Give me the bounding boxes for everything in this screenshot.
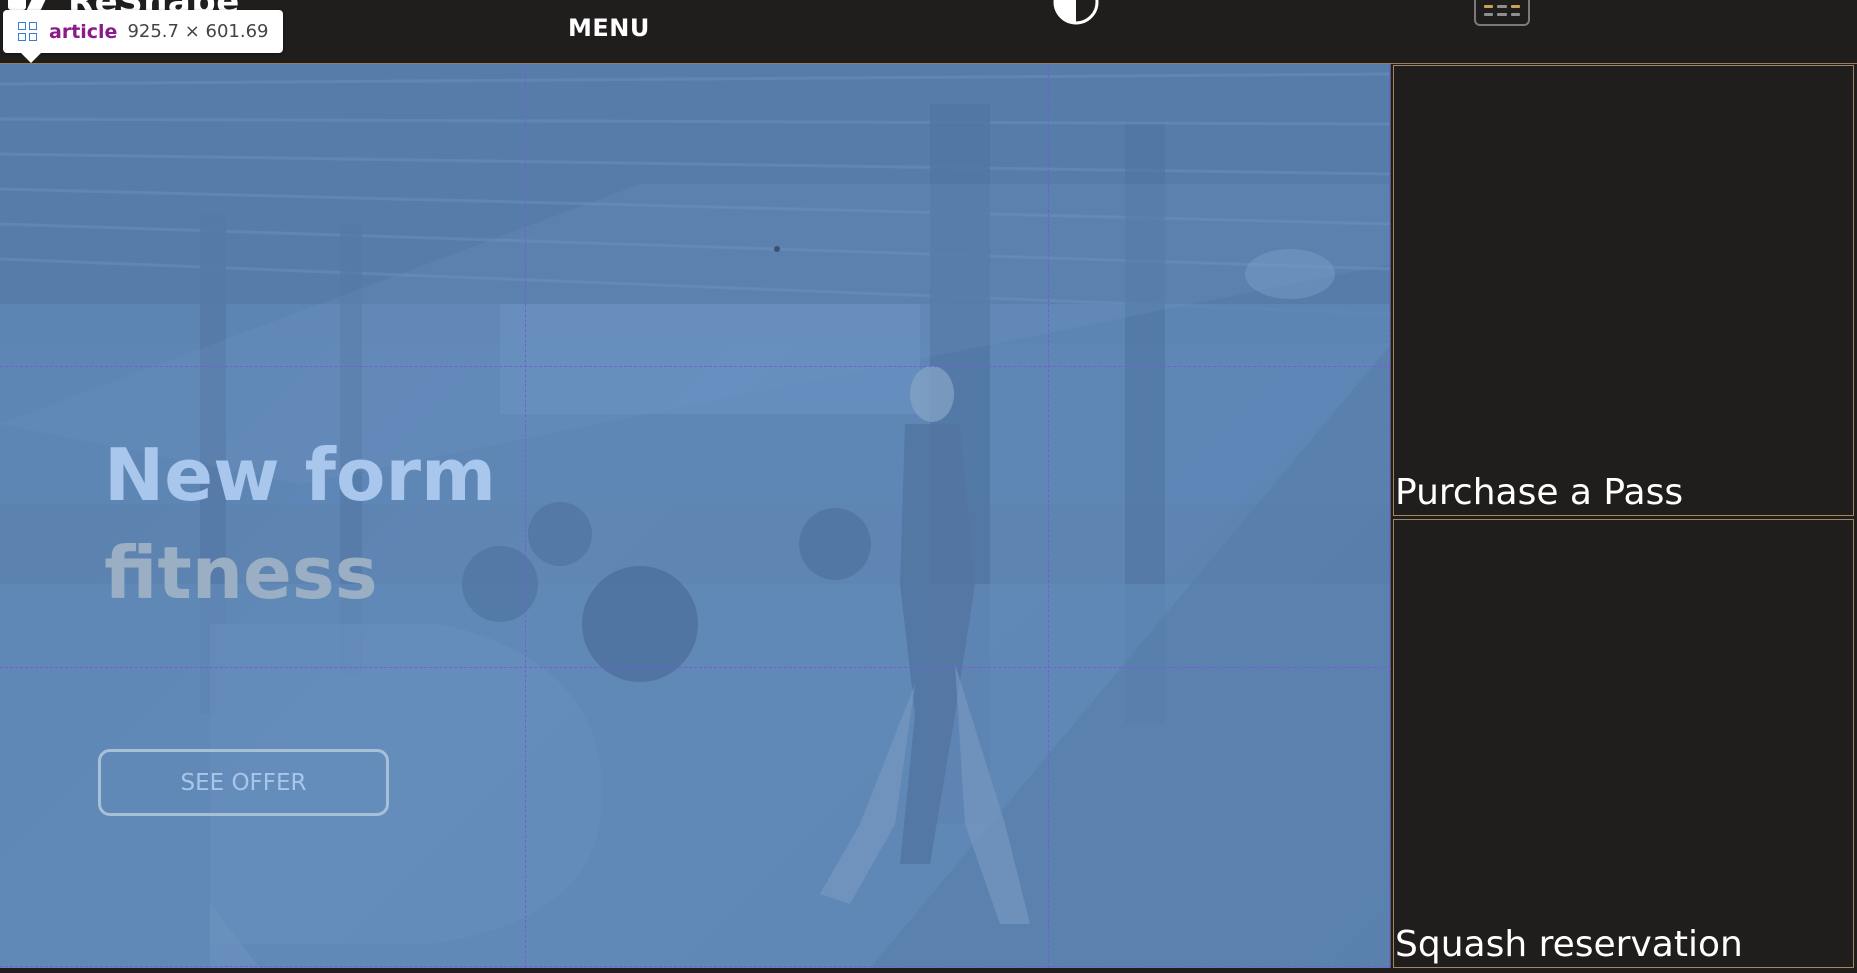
grid-overlay-line bbox=[1048, 64, 1049, 968]
squash-reservation-tile[interactable]: Squash reservation bbox=[1393, 519, 1854, 968]
grid-overlay-line bbox=[0, 667, 1390, 668]
contrast-toggle-button[interactable] bbox=[1052, 0, 1100, 26]
schedule-button[interactable] bbox=[1474, 0, 1530, 26]
tile-label: Purchase a Pass bbox=[1395, 472, 1684, 513]
hero-title-line1: New form bbox=[104, 433, 496, 517]
see-offer-button[interactable]: SEE OFFER bbox=[98, 749, 389, 816]
grid-overlay-line bbox=[0, 966, 1390, 967]
grid-overlay-line bbox=[1389, 64, 1390, 968]
element-inspect-tooltip: article 925.7 × 601.69 bbox=[3, 10, 283, 63]
inspect-dimensions: 925.7 × 601.69 bbox=[127, 21, 269, 42]
tile-label: Squash reservation bbox=[1395, 924, 1743, 965]
hero-title: New form fitness bbox=[104, 426, 496, 622]
hero-title-line2: fitness bbox=[104, 531, 378, 615]
grid-overlay-line bbox=[525, 64, 526, 968]
hero-article: New form fitness SEE OFFER bbox=[0, 64, 1391, 968]
half-circle-contrast-icon bbox=[1053, 0, 1099, 25]
inspect-tag-name: article bbox=[49, 20, 118, 43]
menu-button[interactable]: MENU bbox=[568, 14, 650, 42]
grid-overlay-line bbox=[0, 366, 1390, 367]
grid-layout-icon bbox=[17, 21, 39, 43]
purchase-pass-tile[interactable]: Purchase a Pass bbox=[1393, 65, 1854, 516]
